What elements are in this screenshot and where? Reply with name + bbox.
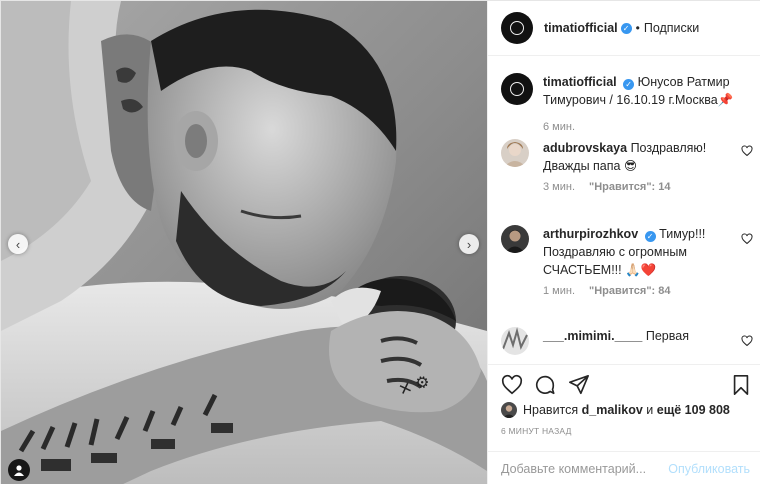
- comment-text-block: arthurpirozhkov ✓ Тимур!!! Поздравляю с …: [543, 225, 733, 279]
- separator-dot: •: [635, 21, 640, 35]
- post-photo[interactable]: ✕ ⚙ ‹ ›: [1, 1, 487, 484]
- like-comment-heart-icon[interactable]: [741, 233, 753, 245]
- commenter-avatar[interactable]: [501, 225, 529, 253]
- tag-user-glyph: [14, 465, 24, 476]
- tag-user-icon[interactable]: [8, 459, 30, 481]
- commenter-avatar[interactable]: [501, 327, 529, 355]
- comments-list[interactable]: timatiofficial ✓ Юнусов Ратмир Тимурович…: [488, 57, 760, 364]
- caption-username[interactable]: timatiofficial: [543, 75, 617, 89]
- comment-username[interactable]: ___.mimimi.____: [543, 329, 642, 343]
- comment-likes[interactable]: "Нравится": 84: [589, 285, 670, 297]
- likes-prefix: Нравится: [523, 403, 579, 417]
- likes-count[interactable]: ещё 109 808: [657, 403, 730, 417]
- following-button[interactable]: Подписки: [644, 21, 699, 35]
- author-line: timatiofficial ✓ • Подписки: [544, 21, 699, 35]
- share-icon[interactable]: [568, 374, 590, 396]
- comment-likes[interactable]: "Нравится": 14: [589, 181, 670, 193]
- bookmark-icon[interactable]: [730, 374, 752, 396]
- author-avatar[interactable]: [501, 12, 533, 44]
- caption-time[interactable]: 6 мин.: [543, 121, 575, 133]
- comment-time[interactable]: 3 мин.: [543, 181, 575, 193]
- comment-meta: 3 мин. "Нравится": 14: [543, 181, 670, 193]
- verified-badge-icon: ✓: [620, 22, 632, 34]
- comment-input[interactable]: [501, 462, 661, 476]
- add-comment-bar: Опубликовать: [488, 451, 760, 484]
- instagram-post: ✕ ⚙ ‹ › timatiofficial ✓ • Подписки tima…: [0, 0, 760, 484]
- caption-text-block: timatiofficial ✓ Юнусов Ратмир Тимурович…: [543, 73, 753, 109]
- comment-text-block: adubrovskaya Поздравляю! Дважды папа 😎: [543, 139, 733, 175]
- post-timestamp[interactable]: 6 МИНУТ НАЗАД: [501, 426, 572, 436]
- like-comment-heart-icon[interactable]: [741, 145, 753, 157]
- comment-username[interactable]: adubrovskaya: [543, 141, 627, 155]
- post-actions: Нравится d_malikov и ещё 109 808 6 МИНУТ…: [488, 364, 760, 484]
- author-username[interactable]: timatiofficial: [544, 21, 618, 35]
- publish-button[interactable]: Опубликовать: [668, 462, 750, 476]
- post-side-panel: timatiofficial ✓ • Подписки timatioffici…: [487, 1, 760, 484]
- heart-icon[interactable]: [501, 374, 523, 396]
- likes-summary: Нравится d_malikov и ещё 109 808: [501, 402, 730, 418]
- photo-scene: ✕ ⚙: [1, 1, 487, 484]
- chevron-left-icon[interactable]: ‹: [8, 234, 28, 254]
- chevron-right-icon[interactable]: ›: [459, 234, 479, 254]
- liker-avatar[interactable]: [501, 402, 517, 418]
- comment-username[interactable]: arthurpirozhkov: [543, 227, 638, 241]
- post-header: timatiofficial ✓ • Подписки: [488, 1, 760, 56]
- like-comment-heart-icon[interactable]: [741, 335, 753, 347]
- liker-username[interactable]: d_malikov: [582, 403, 643, 417]
- comment-meta: 1 мин. "Нравится": 84: [543, 285, 670, 297]
- comment-icon[interactable]: [534, 374, 556, 396]
- comment-text: Первая: [645, 329, 689, 343]
- comment-time[interactable]: 1 мин.: [543, 285, 575, 297]
- caption-avatar[interactable]: [501, 73, 533, 105]
- verified-badge-icon: ✓: [644, 231, 656, 242]
- verified-badge-icon: ✓: [623, 79, 635, 90]
- commenter-avatar[interactable]: [501, 139, 529, 167]
- likes-joiner: и: [646, 403, 654, 417]
- comment-text-block: ___.mimimi.____ Первая: [543, 327, 733, 345]
